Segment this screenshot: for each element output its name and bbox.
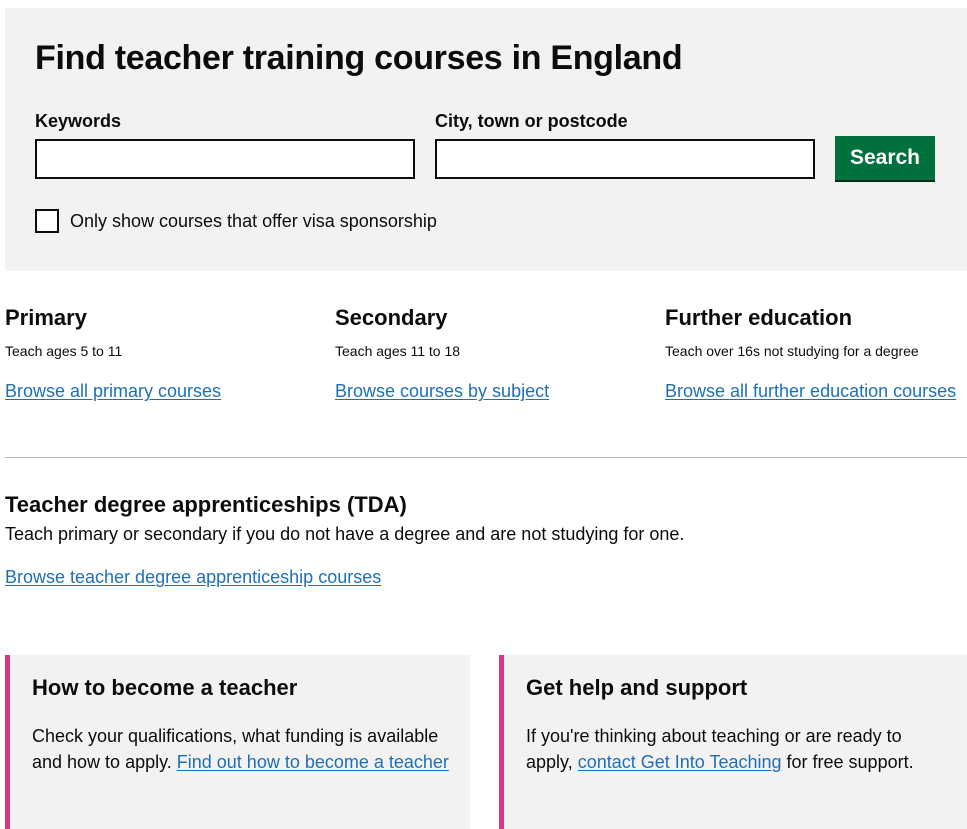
card-help-support: Get help and support If you're thinking … bbox=[499, 655, 967, 829]
tda-section: Teacher degree apprenticeships (TDA) Tea… bbox=[5, 492, 945, 588]
browse-secondary-link[interactable]: Browse courses by subject bbox=[335, 381, 645, 402]
become-teacher-link[interactable]: Find out how to become a teacher bbox=[177, 752, 449, 772]
browse-primary-link[interactable]: Browse all primary courses bbox=[5, 381, 315, 402]
section-divider bbox=[5, 457, 967, 458]
search-panel: Find teacher training courses in England… bbox=[5, 8, 967, 271]
card-heading: How to become a teacher bbox=[32, 675, 298, 700]
browse-tda-link[interactable]: Browse teacher degree apprenticeship cou… bbox=[5, 567, 381, 588]
category-description: Teach ages 5 to 11 bbox=[5, 343, 123, 360]
visa-sponsorship-checkbox[interactable] bbox=[35, 209, 59, 233]
card-text-after: for free support. bbox=[781, 752, 914, 773]
visa-sponsorship-label[interactable]: Only show courses that offer visa sponso… bbox=[70, 211, 437, 232]
category-description: Teach over 16s not studying for a degree bbox=[665, 343, 919, 360]
category-further-education: Further education Teach over 16s not stu… bbox=[665, 305, 967, 402]
browse-further-education-link[interactable]: Browse all further education courses bbox=[665, 381, 967, 402]
card-text: Check your qualifications, what funding … bbox=[32, 723, 450, 775]
card-heading: Get help and support bbox=[526, 675, 748, 700]
category-secondary: Secondary Teach ages 11 to 18 Browse cou… bbox=[335, 305, 645, 402]
location-input[interactable] bbox=[435, 139, 815, 179]
visa-sponsorship-option[interactable]: Only show courses that offer visa sponso… bbox=[35, 209, 437, 233]
category-primary: Primary Teach ages 5 to 11 Browse all pr… bbox=[5, 305, 315, 402]
page-title: Find teacher training courses in England bbox=[35, 39, 683, 77]
tda-heading: Teacher degree apprenticeships (TDA) bbox=[5, 492, 407, 517]
keywords-label: Keywords bbox=[35, 111, 122, 131]
keywords-input[interactable] bbox=[35, 139, 415, 179]
search-button[interactable]: Search bbox=[835, 136, 935, 180]
category-heading: Primary bbox=[5, 305, 87, 330]
tda-description: Teach primary or secondary if you do not… bbox=[5, 524, 685, 545]
location-label: City, town or postcode bbox=[435, 111, 628, 131]
category-description: Teach ages 11 to 18 bbox=[335, 343, 461, 360]
category-heading: Secondary bbox=[335, 305, 448, 330]
category-heading: Further education bbox=[665, 305, 853, 330]
get-into-teaching-link[interactable]: contact Get Into Teaching bbox=[578, 752, 782, 772]
card-text: If you're thinking about teaching or are… bbox=[526, 723, 947, 775]
card-become-teacher: How to become a teacher Check your quali… bbox=[5, 655, 470, 829]
